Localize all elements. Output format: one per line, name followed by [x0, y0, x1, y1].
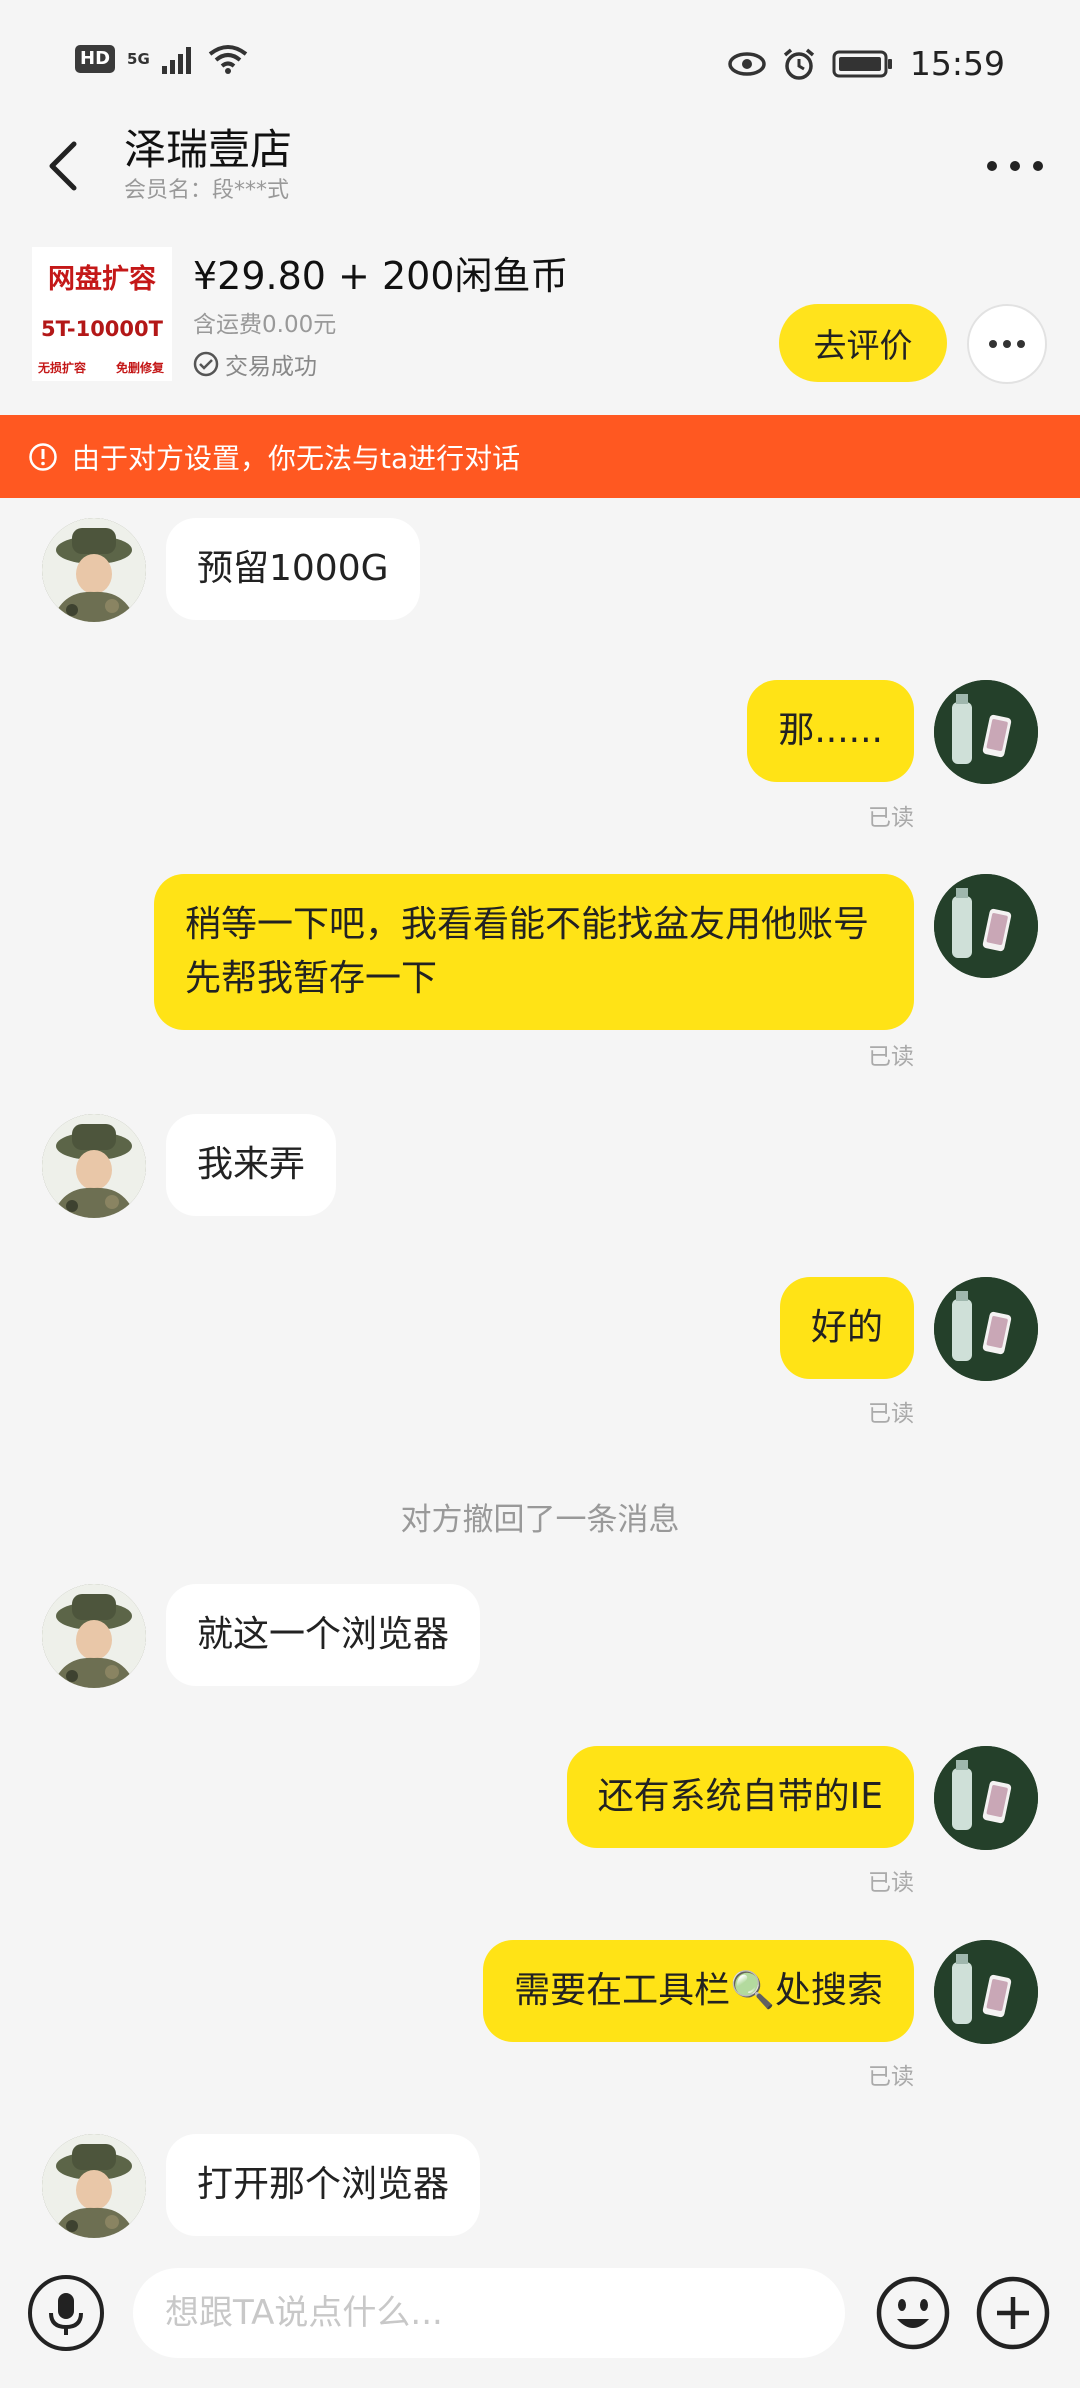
avatar-image — [42, 1114, 146, 1218]
avatar-image — [42, 518, 146, 622]
order-price: ¥29.80 + 200闲鱼币 — [193, 254, 569, 298]
read-receipt: 已读 — [868, 1044, 914, 1070]
member-name: 会员名：段***式 — [124, 178, 290, 203]
read-receipt: 已读 — [868, 2064, 914, 2090]
shipping-fee: 含运费0.00元 — [193, 312, 337, 338]
my-avatar[interactable] — [934, 1277, 1038, 1381]
avatar-image — [934, 1746, 1038, 1850]
signal-icon — [161, 47, 191, 74]
message-bubble-outgoing[interactable]: 稍等一下吧，我看看能不能找盆友用他账号先帮我暂存一下 — [154, 874, 914, 1030]
my-avatar[interactable] — [934, 874, 1038, 978]
seller-avatar[interactable] — [42, 2134, 146, 2238]
more-options-icon[interactable] — [980, 130, 1050, 190]
plus-icon[interactable] — [975, 2275, 1051, 2351]
order-more-button[interactable] — [967, 304, 1047, 384]
back-arrow-icon[interactable] — [40, 124, 90, 204]
message-bubble-outgoing[interactable]: 还有系统自带的IE — [566, 1746, 914, 1848]
network-type: 5G — [127, 50, 150, 68]
message-bubble-outgoing[interactable]: 好的 — [779, 1277, 914, 1379]
more-options-icon — [989, 340, 1025, 348]
alarm-icon — [783, 48, 815, 80]
seller-avatar[interactable] — [42, 1114, 146, 1218]
review-button[interactable]: 去评价 — [779, 304, 947, 382]
notice-text: 由于对方设置，你无法与ta进行对话 — [72, 441, 521, 475]
seller-avatar[interactable] — [42, 518, 146, 622]
read-receipt: 已读 — [868, 805, 914, 831]
message-bubble-outgoing[interactable]: 那...... — [747, 680, 914, 782]
thumbnail-subtitle: 5T-10000T — [41, 317, 163, 341]
avatar-image — [934, 1277, 1038, 1381]
thumbnail-tag: 无损扩容 — [38, 361, 87, 375]
eye-icon — [728, 51, 766, 76]
wifi-icon — [208, 45, 247, 74]
chat-header: 泽瑞壹店 会员名：段***式 — [0, 110, 1080, 220]
alert-circle-icon — [29, 442, 57, 471]
seller-avatar[interactable] — [42, 1584, 146, 1688]
voice-button[interactable] — [28, 2275, 104, 2351]
microphone-icon — [49, 2293, 83, 2335]
battery-icon — [832, 50, 892, 77]
order-status: 交易成功 — [193, 347, 317, 381]
emoji-icon[interactable] — [875, 2275, 951, 2351]
hd-badge: HD — [75, 45, 116, 73]
order-status-label: 交易成功 — [225, 354, 317, 380]
avatar-image — [934, 874, 1038, 978]
message-input[interactable] — [133, 2268, 845, 2358]
clock: 15:59 — [909, 44, 1005, 83]
my-avatar[interactable] — [934, 680, 1038, 784]
input-bar — [0, 2240, 1080, 2388]
avatar-image — [42, 2134, 146, 2238]
product-thumbnail[interactable]: 网盘扩容 5T-10000T 无损扩容 免删修复 — [32, 247, 172, 381]
thumbnail-title: 网盘扩容 — [48, 264, 156, 295]
order-summary[interactable]: 网盘扩容 5T-10000T 无损扩容 免删修复 ¥29.80 + 200闲鱼币… — [0, 235, 1080, 405]
read-receipt: 已读 — [868, 1870, 914, 1896]
system-message: 对方撤回了一条消息 — [400, 1502, 680, 1538]
message-bubble-incoming[interactable]: 打开那个浏览器 — [166, 2134, 481, 2236]
message-bubble-outgoing[interactable]: 需要在工具栏🔍处搜索 — [483, 1940, 914, 2042]
my-avatar[interactable] — [934, 1746, 1038, 1850]
shop-name: 泽瑞壹店 — [124, 125, 293, 174]
message-bubble-incoming[interactable]: 我来弄 — [166, 1114, 337, 1216]
status-bar: HD 5G 15:59 — [0, 0, 1080, 120]
thumbnail-tag: 免删修复 — [115, 361, 164, 375]
blocked-notice-banner: 由于对方设置，你无法与ta进行对话 — [0, 415, 1080, 498]
message-bubble-incoming[interactable]: 预留1000G — [166, 518, 420, 620]
avatar-image — [934, 1940, 1038, 2044]
avatar-image — [934, 680, 1038, 784]
read-receipt: 已读 — [868, 1401, 914, 1427]
avatar-image — [42, 1584, 146, 1688]
check-circle-icon — [193, 351, 219, 377]
my-avatar[interactable] — [934, 1940, 1038, 2044]
message-bubble-incoming[interactable]: 就这一个浏览器 — [166, 1584, 481, 1686]
